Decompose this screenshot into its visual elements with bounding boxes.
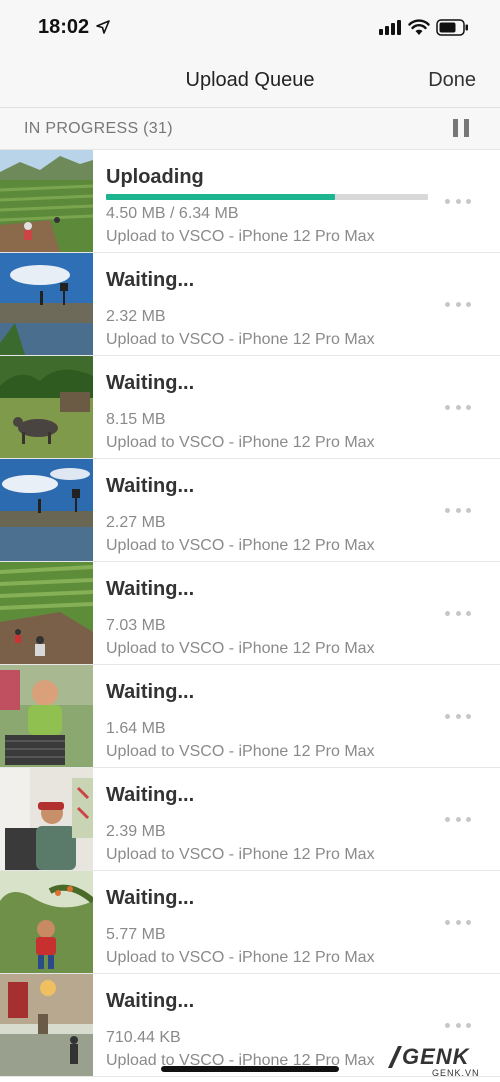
more-options-icon[interactable] xyxy=(445,608,471,618)
pause-icon xyxy=(453,119,458,137)
queue-item[interactable]: Waiting... 7.03 MB Upload to VSCO - iPho… xyxy=(0,562,500,665)
queue-item[interactable]: Waiting... 2.27 MB Upload to VSCO - iPho… xyxy=(0,459,500,562)
status-time: 18:02 xyxy=(38,16,90,38)
section-header: IN PROGRESS (31) xyxy=(0,108,500,150)
photo-thumbnail xyxy=(0,150,93,252)
upload-destination: Upload to VSCO - iPhone 12 Pro Max xyxy=(106,640,375,657)
watermark-brand: GENK xyxy=(402,1044,470,1069)
file-size: 4.50 MB / 6.34 MB xyxy=(106,205,239,222)
pause-button[interactable] xyxy=(453,119,469,137)
queue-item[interactable]: Waiting... 5.77 MB Upload to VSCO - iPho… xyxy=(0,871,500,974)
file-size: 2.39 MB xyxy=(106,823,166,840)
upload-queue-list: Uploading 4.50 MB / 6.34 MB Upload to VS… xyxy=(0,150,500,1077)
file-size: 2.32 MB xyxy=(106,308,166,325)
page-title: Upload Queue xyxy=(185,69,315,91)
file-size: 8.15 MB xyxy=(106,411,166,428)
photo-thumbnail xyxy=(0,768,93,870)
queue-item[interactable]: Waiting... 2.32 MB Upload to VSCO - iPho… xyxy=(0,253,500,356)
upload-status: Waiting... xyxy=(106,887,195,909)
photo-thumbnail xyxy=(0,356,93,458)
photo-thumbnail xyxy=(0,665,93,767)
upload-progress-bar xyxy=(106,194,428,200)
file-size: 1.64 MB xyxy=(106,720,166,737)
more-options-icon[interactable] xyxy=(445,1020,471,1030)
queue-item[interactable]: Waiting... 1.64 MB Upload to VSCO - iPho… xyxy=(0,665,500,768)
photo-thumbnail xyxy=(0,459,93,561)
upload-destination: Upload to VSCO - iPhone 12 Pro Max xyxy=(106,331,375,348)
queue-item[interactable]: Uploading 4.50 MB / 6.34 MB Upload to VS… xyxy=(0,150,500,253)
home-indicator[interactable] xyxy=(161,1066,339,1072)
genk-watermark: GENK GENK.VN xyxy=(388,1044,492,1078)
upload-progress-fill xyxy=(106,194,335,200)
photo-thumbnail xyxy=(0,253,93,355)
file-size: 5.77 MB xyxy=(106,926,166,943)
file-size: 7.03 MB xyxy=(106,617,166,634)
upload-destination: Upload to VSCO - iPhone 12 Pro Max xyxy=(106,228,375,245)
section-title: IN PROGRESS (31) xyxy=(24,120,173,137)
upload-status: Waiting... xyxy=(106,681,195,703)
photo-thumbnail xyxy=(0,974,93,1076)
upload-destination: Upload to VSCO - iPhone 12 Pro Max xyxy=(106,846,375,863)
photo-thumbnail xyxy=(0,871,93,973)
watermark-domain: GENK.VN xyxy=(432,1068,480,1078)
battery-icon xyxy=(436,19,468,36)
upload-destination: Upload to VSCO - iPhone 12 Pro Max xyxy=(106,537,375,554)
navigation-bar: Upload Queue Done xyxy=(0,56,500,108)
upload-status: Uploading xyxy=(106,166,204,188)
upload-status: Waiting... xyxy=(106,578,195,600)
upload-status: Waiting... xyxy=(106,269,195,291)
file-size: 2.27 MB xyxy=(106,514,166,531)
status-bar: 18:02 xyxy=(0,0,500,56)
cellular-signal-icon xyxy=(379,20,401,35)
upload-destination: Upload to VSCO - iPhone 12 Pro Max xyxy=(106,434,375,451)
more-options-icon[interactable] xyxy=(445,711,471,721)
upload-status: Waiting... xyxy=(106,784,195,806)
photo-thumbnail xyxy=(0,562,93,664)
more-options-icon[interactable] xyxy=(445,814,471,824)
queue-item[interactable]: Waiting... 2.39 MB Upload to VSCO - iPho… xyxy=(0,768,500,871)
more-options-icon[interactable] xyxy=(445,917,471,927)
file-size: 710.44 KB xyxy=(106,1029,181,1046)
upload-status: Waiting... xyxy=(106,990,195,1012)
more-options-icon[interactable] xyxy=(445,196,471,206)
more-options-icon[interactable] xyxy=(445,505,471,515)
genk-logo-icon xyxy=(388,1046,402,1068)
wifi-icon xyxy=(408,19,430,35)
more-options-icon[interactable] xyxy=(445,299,471,309)
queue-item[interactable]: Waiting... 8.15 MB Upload to VSCO - iPho… xyxy=(0,356,500,459)
upload-destination: Upload to VSCO - iPhone 12 Pro Max xyxy=(106,743,375,760)
upload-status: Waiting... xyxy=(106,372,195,394)
done-button[interactable]: Done xyxy=(428,69,476,92)
upload-destination: Upload to VSCO - iPhone 12 Pro Max xyxy=(106,949,375,966)
more-options-icon[interactable] xyxy=(445,402,471,412)
location-arrow-icon xyxy=(96,20,110,34)
upload-status: Waiting... xyxy=(106,475,195,497)
